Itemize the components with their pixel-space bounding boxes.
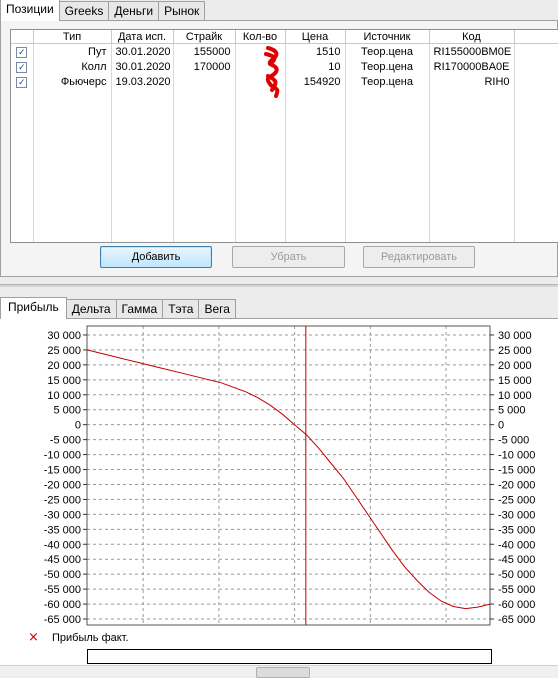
y-tick-label-right: -55 000 (498, 584, 535, 596)
y-tick-label: -60 000 (44, 599, 81, 611)
y-tick-label: -5 000 (50, 435, 81, 447)
y-tick-label-right: -10 000 (498, 450, 535, 462)
legend-marker-icon: × (28, 630, 39, 645)
series-line-profit (86, 349, 491, 610)
horizontal-scrollbar[interactable] (0, 665, 558, 678)
y-tick-label-right: 10 000 (498, 390, 532, 402)
y-tick-label: -40 000 (44, 539, 81, 551)
y-tick-label-right: 15 000 (498, 375, 532, 387)
y-tick-label-right: -25 000 (498, 494, 535, 506)
legend-label: Прибыль факт. (52, 632, 129, 644)
y-tick-label: -65 000 (44, 614, 81, 626)
y-tick-label-right: 5 000 (498, 405, 526, 417)
y-tick-label: -55 000 (44, 584, 81, 596)
y-tick-label: -50 000 (44, 569, 81, 581)
y-tick-label-right: -40 000 (498, 539, 535, 551)
y-tick-label: -25 000 (44, 494, 81, 506)
y-tick-label: 25 000 (47, 345, 81, 357)
plot-frame (86, 325, 491, 626)
y-tick-label-right: -65 000 (498, 614, 535, 626)
y-tick-label-right: -5 000 (498, 435, 529, 447)
y-axis: 30 000 30 000 25 000 25 000 20 000 20 000 15 0… (44, 330, 536, 626)
y-tick-label-right: -30 000 (498, 509, 535, 521)
y-tick-label: -45 000 (44, 554, 81, 566)
y-tick-label-right: 30 000 (498, 330, 532, 342)
y-tick-label-right: 25 000 (498, 345, 532, 357)
y-tick-label: 5 000 (53, 405, 81, 417)
y-tick-label: 20 000 (47, 360, 81, 372)
chart-grid (87, 326, 490, 625)
y-tick-label-right: -20 000 (498, 479, 535, 491)
y-tick-label: -30 000 (44, 509, 81, 521)
scrollbar-thumb[interactable] (256, 667, 310, 678)
y-tick-label-right: -15 000 (498, 465, 535, 477)
y-tick-label-right: -60 000 (498, 599, 535, 611)
y-tick-label: -15 000 (44, 465, 81, 477)
y-tick-label-right: -35 000 (498, 524, 535, 536)
y-tick-label: 30 000 (47, 330, 81, 342)
y-tick-label: -35 000 (44, 524, 81, 536)
y-tick-label: -10 000 (44, 450, 81, 462)
y-tick-label: -20 000 (44, 479, 81, 491)
tab-profit[interactable]: Прибыль (0, 297, 67, 319)
y-tick-label: 10 000 (47, 390, 81, 402)
y-tick-label: 15 000 (47, 375, 81, 387)
y-tick-label-right: -50 000 (498, 569, 535, 581)
profit-chart: 30 000 30 000 25 000 25 000 20 000 20 000 15 0… (28, 325, 536, 663)
x-axis-bar (87, 649, 492, 664)
y-tick-label-right: -45 000 (498, 554, 535, 566)
y-tick-label-right: 0 (498, 420, 504, 432)
y-tick-label: 0 (75, 420, 81, 432)
tab-positions[interactable]: Позиции (0, 0, 60, 21)
y-tick-label-right: 20 000 (498, 360, 532, 372)
